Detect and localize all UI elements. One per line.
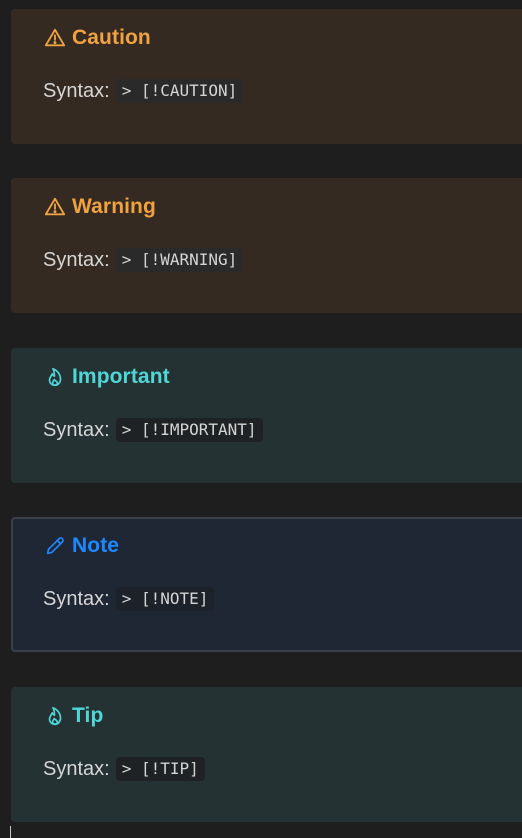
callout-title: Warning xyxy=(43,194,156,220)
callout-title-text: Note xyxy=(72,534,120,557)
callout-syntax: Syntax: > [!WARNING] xyxy=(43,247,244,273)
syntax-code: > [!CAUTION] xyxy=(115,79,244,103)
syntax-label: Syntax: xyxy=(43,249,110,271)
callout-syntax: Syntax: > [!TIP] xyxy=(43,756,205,782)
warning-triangle-icon xyxy=(43,26,67,50)
syntax-label: Syntax: xyxy=(43,588,110,610)
callout-title-text: Tip xyxy=(72,704,104,727)
callout-tip: Tip Syntax: > [!TIP] xyxy=(11,687,522,822)
callout-title-text: Important xyxy=(72,365,170,388)
syntax-code: > [!WARNING] xyxy=(115,248,244,272)
callout-syntax: Syntax: > [!CAUTION] xyxy=(43,78,244,104)
callout-syntax: Syntax: > [!NOTE] xyxy=(43,586,215,612)
warning-triangle-icon xyxy=(43,195,67,219)
callout-note: Note Syntax: > [!NOTE] xyxy=(11,517,522,652)
callout-title-text: Caution xyxy=(72,26,151,49)
callout-caution: Caution Syntax: > [!CAUTION] xyxy=(11,9,522,144)
callout-title-text: Warning xyxy=(72,195,156,218)
callouts-document: Caution Syntax: > [!CAUTION] Warning Syn… xyxy=(0,0,522,838)
syntax-label: Syntax: xyxy=(43,80,110,102)
callout-warning: Warning Syntax: > [!WARNING] xyxy=(11,178,522,313)
callout-title: Caution xyxy=(43,25,151,51)
syntax-code: > [!TIP] xyxy=(115,757,205,781)
callout-title: Tip xyxy=(43,703,103,729)
callout-syntax: Syntax: > [!IMPORTANT] xyxy=(43,417,263,443)
syntax-label: Syntax: xyxy=(43,758,110,780)
text-cursor[interactable] xyxy=(10,826,11,838)
callout-important: Important Syntax: > [!IMPORTANT] xyxy=(11,348,522,483)
flame-icon xyxy=(43,704,67,728)
pencil-icon xyxy=(43,534,67,558)
callout-title: Important xyxy=(43,364,170,390)
flame-icon xyxy=(43,365,67,389)
syntax-code: > [!IMPORTANT] xyxy=(115,418,263,442)
callout-title: Note xyxy=(43,533,119,559)
syntax-label: Syntax: xyxy=(43,419,110,441)
syntax-code: > [!NOTE] xyxy=(115,587,215,611)
